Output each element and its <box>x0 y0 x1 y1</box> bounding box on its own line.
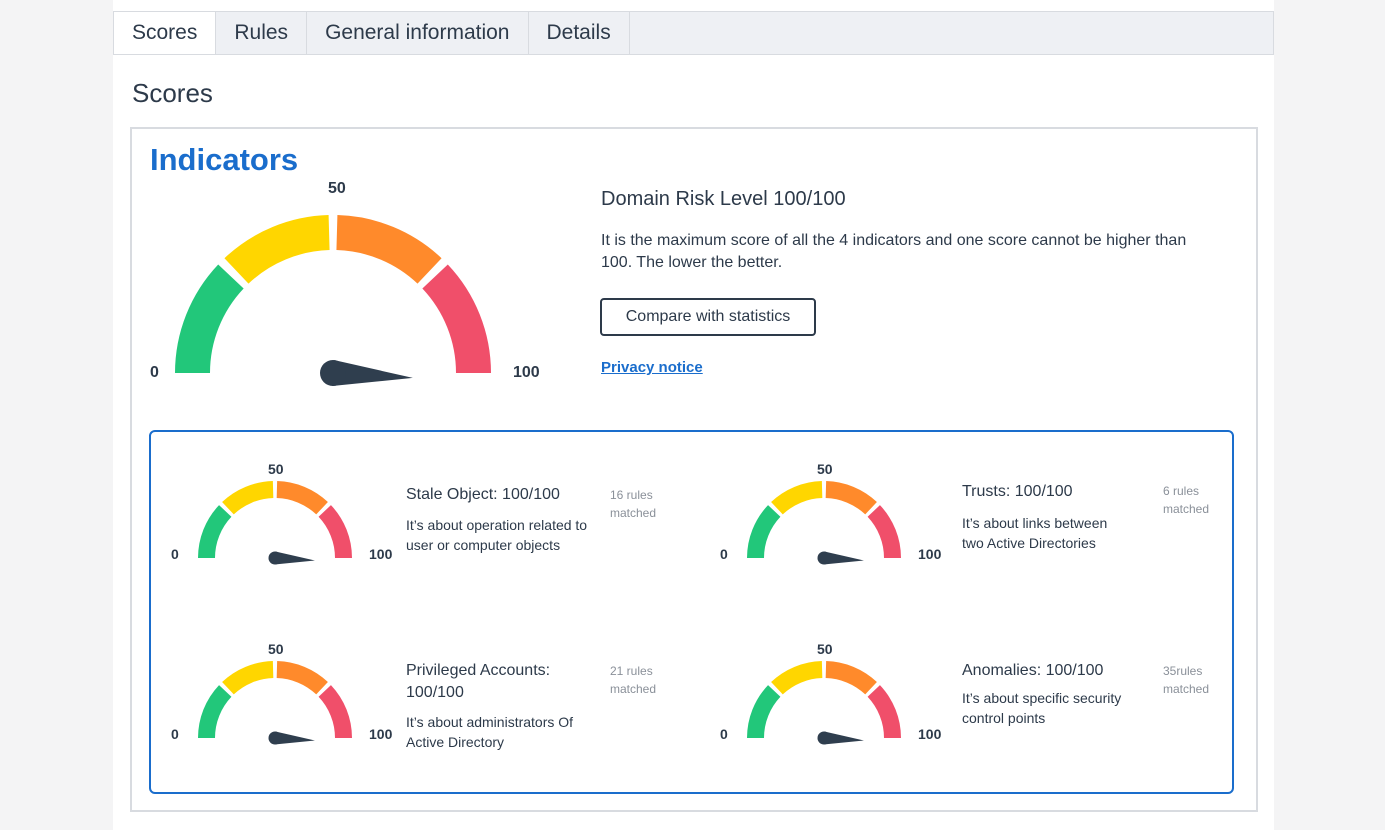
gauge-max-label: 100 <box>918 726 942 742</box>
gauge-segment-orange <box>825 661 877 695</box>
gauge-segment-green <box>747 505 781 558</box>
section-title: Scores <box>132 78 213 108</box>
gauge-segment-yellow <box>224 215 330 284</box>
indicator-card-trusts: 0 50 100 Trusts: 100/100 It’s about link… <box>717 458 1237 618</box>
gauge-needle-hub <box>320 360 346 386</box>
tab-details[interactable]: Details <box>529 12 630 54</box>
indicator-description: It’s about specific security control poi… <box>962 690 1122 726</box>
indicator-title: Privileged Accounts: 100/100 <box>406 662 551 701</box>
gauge-max-label: 100 <box>918 546 942 562</box>
gauge-segment-orange <box>276 481 328 515</box>
gauge-needle-hub <box>817 551 831 565</box>
tab-general-information[interactable]: General information <box>307 12 529 54</box>
gauge-min-label: 0 <box>171 546 179 562</box>
gauge-segment-red <box>318 505 352 558</box>
gauge-max-label: 100 <box>369 726 393 742</box>
compare-with-statistics-button[interactable]: Compare with statistics <box>600 298 816 336</box>
privacy-notice-link[interactable]: Privacy notice <box>601 359 703 376</box>
indicator-rules-count: 35rules matched <box>1163 664 1210 696</box>
indicator-rules-count: 6 rules matched <box>1163 484 1210 516</box>
gauge-segment-red <box>318 685 352 738</box>
gauge-max-label: 100 <box>513 364 540 381</box>
gauge-mid-label: 50 <box>268 641 284 657</box>
gauge-min-label: 0 <box>720 726 728 742</box>
indicator-title: Trusts: 100/100 <box>962 483 1073 500</box>
gauge-segment-green <box>198 685 232 738</box>
gauge-segment-orange <box>336 215 442 284</box>
indicator-rules-count: 16 rules matched <box>610 488 657 520</box>
tab-bar: Scores Rules General information Details <box>113 11 1274 55</box>
tab-scores[interactable]: Scores <box>114 12 217 54</box>
indicator-description: It’s about operation related to user or … <box>406 517 588 553</box>
gauge-mid-label: 50 <box>817 461 833 477</box>
indicator-title: Stale Object: 100/100 <box>406 486 560 503</box>
gauge-segment-yellow <box>771 661 823 695</box>
gauge-segment-red <box>867 685 901 738</box>
indicator-description: It’s about administrators Of Active Dire… <box>406 714 574 750</box>
gauge-segment-yellow <box>222 661 274 695</box>
indicator-title: Anomalies: 100/100 <box>962 662 1104 679</box>
gauge-segment-orange <box>825 481 877 515</box>
gauge-min-label: 0 <box>171 726 179 742</box>
gauge-segment-red <box>422 264 491 373</box>
indicator-description: It’s about links between two Active Dire… <box>962 515 1108 551</box>
gauge-segment-green <box>747 685 781 738</box>
gauge-max-label: 100 <box>369 546 393 562</box>
gauge-needle-hub <box>268 731 282 745</box>
domain-risk-description: It is the maximum score of all the 4 ind… <box>601 232 1187 271</box>
tab-rules[interactable]: Rules <box>216 12 308 54</box>
gauge-segment-yellow <box>771 481 823 515</box>
gauge-min-label: 0 <box>720 546 728 562</box>
gauge-mid-label: 50 <box>328 180 346 197</box>
gauge-mid-label: 50 <box>268 461 284 477</box>
gauge-min-label: 0 <box>150 364 159 381</box>
indicator-rules-count: 21 rules matched <box>610 664 657 696</box>
indicator-card-privileged-accounts: 0 50 100 Privileged Accounts: 100/100 It… <box>168 638 688 798</box>
gauge-segment-green <box>198 505 232 558</box>
panel-title: Indicators <box>150 142 299 177</box>
domain-risk-gauge <box>175 215 491 386</box>
gauge-segment-orange <box>276 661 328 695</box>
gauge-needle-hub <box>817 731 831 745</box>
indicator-card-anomalies: 0 50 100 Anomalies: 100/100 It’s about s… <box>717 638 1237 798</box>
indicator-card-stale-object: 0 50 100 Stale Object: 100/100 It’s abou… <box>168 458 688 618</box>
gauge-segment-green <box>175 264 244 373</box>
gauge-needle-hub <box>268 551 282 565</box>
domain-risk-title: Domain Risk Level 100/100 <box>601 188 846 210</box>
gauge-segment-yellow <box>222 481 274 515</box>
gauge-mid-label: 50 <box>817 641 833 657</box>
gauge-segment-red <box>867 505 901 558</box>
